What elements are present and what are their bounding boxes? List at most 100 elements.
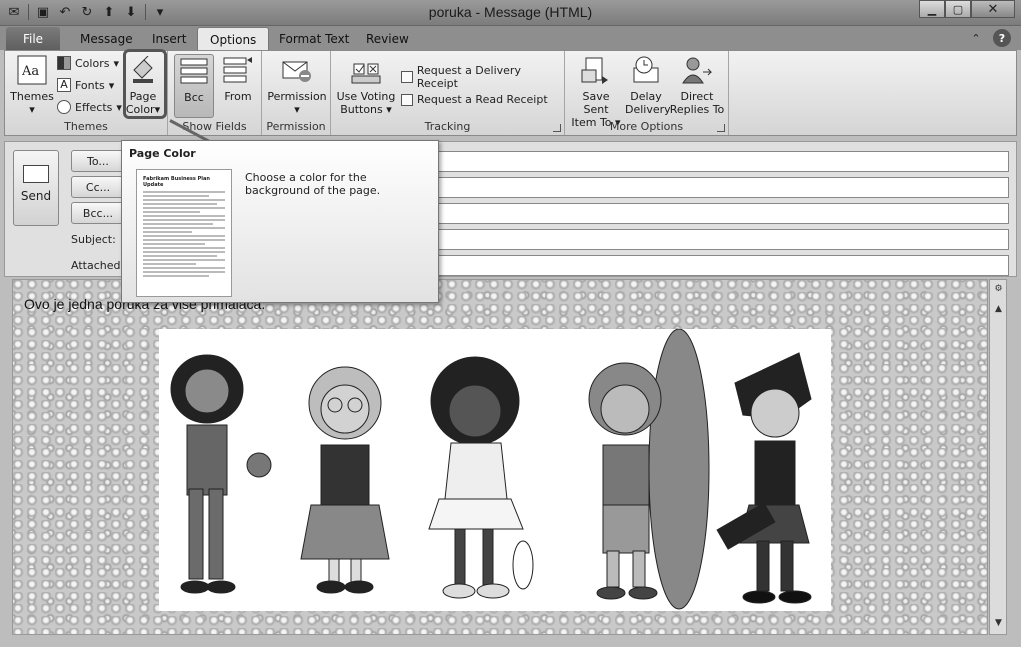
embedded-picture-kids[interactable] <box>159 328 831 611</box>
thumb-line <box>143 267 225 269</box>
attached-field[interactable] <box>435 255 1009 276</box>
tab-options[interactable]: Options <box>197 27 270 50</box>
tab-insert[interactable]: Insert <box>140 27 198 50</box>
effects-label: Effects <box>75 100 113 114</box>
tooltip-title: Page Color <box>129 147 196 160</box>
envelope-no-entry-icon <box>281 54 313 86</box>
replies-to-label: Replies To <box>669 103 725 116</box>
tab-review[interactable]: Review <box>354 27 421 50</box>
delay-delivery-button[interactable]: Delay Delivery <box>625 54 671 116</box>
thumb-line <box>143 263 197 265</box>
page-color-highlight <box>123 49 167 119</box>
voting-icon <box>350 54 382 86</box>
thumb-line <box>143 235 225 237</box>
thumb-line <box>143 195 209 197</box>
to-field[interactable] <box>435 151 1009 172</box>
chevron-down-icon: ▾ <box>382 103 392 116</box>
message-body[interactable]: Ovo je jedna poruka za više primalaca. <box>12 279 988 635</box>
direct-replies-button[interactable]: Direct Replies To <box>669 54 725 116</box>
scroll-up-icon[interactable]: ▲ <box>992 304 1005 317</box>
dialog-launcher-icon[interactable] <box>553 124 561 132</box>
thumb-line <box>143 231 193 233</box>
window-title: poruka - Message (HTML) <box>428 4 593 20</box>
checkbox-icon <box>401 93 413 106</box>
permission-group-label: Permission <box>266 120 326 133</box>
fonts-label: Fonts <box>75 78 105 92</box>
tracking-group: Use Voting Buttons ▾ Request a Delivery … <box>331 51 565 135</box>
delivery-label: Delivery <box>625 103 671 116</box>
themes-group: Aa Themes ▾ Colors ▾ A Fonts ▾ Effects ▾ Pa… <box>5 49 168 135</box>
thumb-line <box>143 227 225 229</box>
colors-button[interactable]: Colors ▾ <box>57 56 119 70</box>
permission-button[interactable]: Permission ▾ <box>266 54 328 116</box>
cc-button[interactable]: Cc... <box>71 176 125 198</box>
dialog-launcher-icon[interactable] <box>717 124 725 132</box>
voting-label: Use Voting <box>336 90 396 103</box>
more-options-group: Save Sent Item To ▾ Delay Delivery Direc… <box>565 51 729 135</box>
thumb-line <box>143 203 217 205</box>
tab-file[interactable]: File <box>6 27 60 50</box>
use-voting-buttons[interactable]: Use Voting Buttons ▾ <box>335 54 397 116</box>
subject-field[interactable] <box>435 229 1009 250</box>
send-button[interactable]: Send <box>13 150 59 226</box>
delivery-receipt-checkbox[interactable]: Request a Delivery Receipt <box>401 64 564 90</box>
thumb-line <box>143 239 225 241</box>
thumb-line <box>143 223 213 225</box>
close-button[interactable]: ✕ <box>971 0 1015 18</box>
cc-field[interactable] <box>435 177 1009 198</box>
read-receipt-checkbox[interactable]: Request a Read Receipt <box>401 93 548 106</box>
thumb-line <box>143 247 225 249</box>
read-receipt-label: Request a Read Receipt <box>417 93 548 106</box>
thumb-line <box>143 243 205 245</box>
thumb-line <box>143 211 201 213</box>
attached-label: Attached: <box>71 259 125 272</box>
scroll-option-icon[interactable]: ⚙ <box>992 284 1005 297</box>
to-button[interactable]: To... <box>71 150 125 172</box>
maximize-button[interactable]: ▢ <box>945 0 971 18</box>
chevron-down-icon: ▾ <box>113 56 119 70</box>
bcc-toggle-button[interactable]: Bcc <box>174 54 214 118</box>
voting-label-2: Buttons ▾ <box>335 103 397 116</box>
more-options-group-label: More Options <box>609 120 684 133</box>
minimize-ribbon-icon[interactable]: ⌃ <box>967 29 985 47</box>
themes-group-label: Themes <box>64 120 108 133</box>
thumb-line <box>143 255 217 257</box>
themes-button[interactable]: Aa Themes ▾ <box>9 54 55 116</box>
delay-label: Delay <box>630 90 662 103</box>
minimize-button[interactable]: ▁ <box>919 0 945 18</box>
bcc-button[interactable]: Bcc... <box>71 202 125 224</box>
checkbox-icon <box>401 71 413 83</box>
tooltip-description: Choose a color for the background of the… <box>245 171 381 197</box>
fonts-button[interactable]: A Fonts ▾ <box>57 78 114 92</box>
svg-text:Aa: Aa <box>21 64 39 79</box>
save-sent-item-button[interactable]: Save Sent Item To ▾ <box>569 54 623 129</box>
thumb-line <box>143 207 225 209</box>
bcc-icon <box>178 55 210 87</box>
from-toggle-button[interactable]: From <box>218 54 258 103</box>
fonts-icon: A <box>57 78 71 92</box>
from-icon <box>222 54 254 86</box>
thumb-line <box>143 199 225 201</box>
effects-button[interactable]: Effects ▾ <box>57 100 122 114</box>
tab-format-text[interactable]: Format Text <box>267 27 361 50</box>
thumb-line <box>143 259 225 261</box>
direct-label: Direct <box>680 90 714 103</box>
save-sent-label: Save Sent <box>582 90 610 116</box>
themes-icon: Aa <box>16 54 48 86</box>
bcc-field[interactable] <box>435 203 1009 224</box>
scroll-down-icon[interactable]: ▼ <box>992 618 1005 631</box>
help-icon[interactable]: ? <box>993 29 1011 47</box>
thumbnail-title: Fabrikam Business Plan Update <box>143 176 210 188</box>
tab-message[interactable]: Message <box>68 27 145 50</box>
tooltip-thumbnail: Fabrikam Business Plan Update <box>136 169 232 297</box>
title-bar: ✉ ▣ ↶ ↻ ⬆ ⬇ ▾ poruka - Message (HTML) ▁ … <box>0 0 1021 26</box>
cartoon-children-image <box>170 328 812 610</box>
effects-icon <box>57 100 71 114</box>
tracking-group-label: Tracking <box>424 120 471 133</box>
vertical-scrollbar[interactable]: ⚙ ▲ ▼ <box>989 279 1007 635</box>
send-label: Send <box>20 189 52 203</box>
permission-group: Permission ▾ Permission <box>262 51 331 135</box>
from-label: From <box>224 90 252 103</box>
ribbon-controls: ⌃ ? <box>967 29 1011 47</box>
thumb-line <box>143 215 225 217</box>
